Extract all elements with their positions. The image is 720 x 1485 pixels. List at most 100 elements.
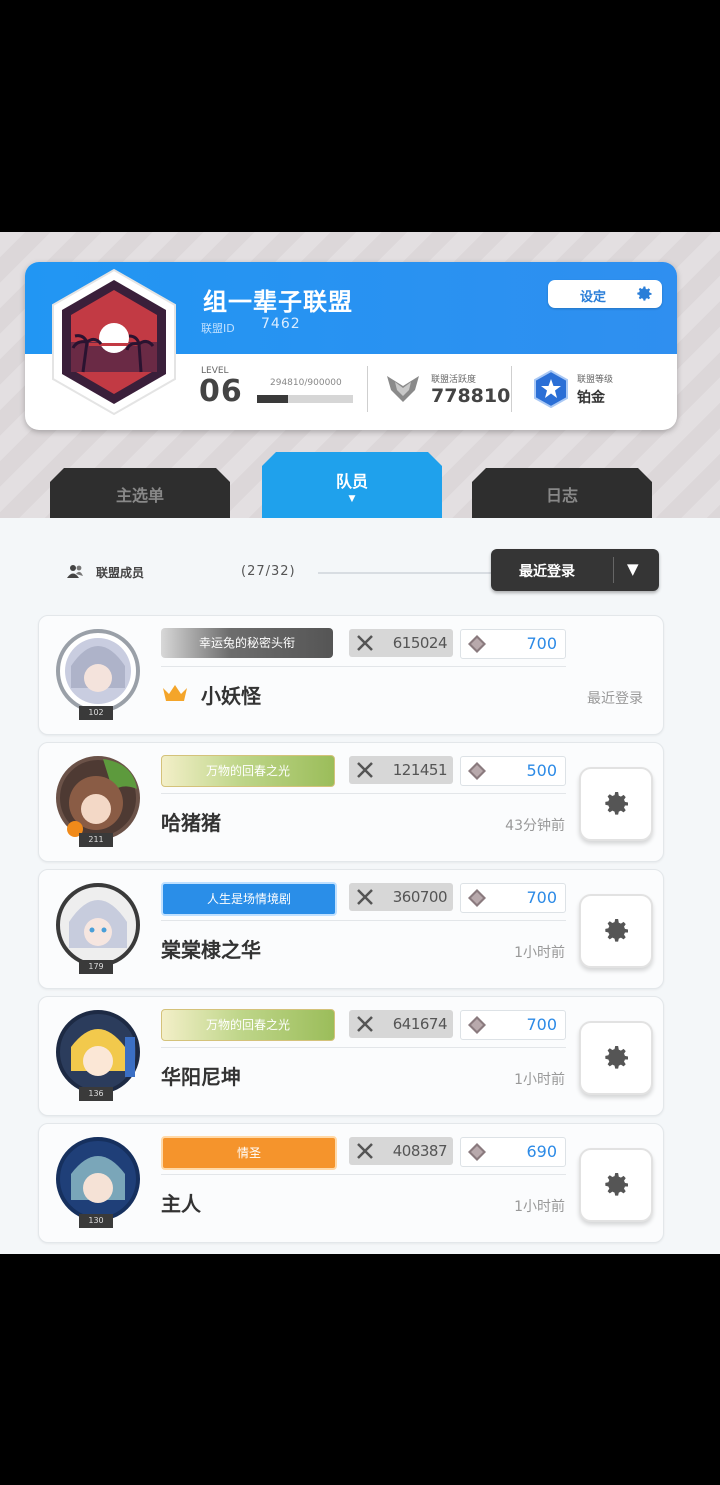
power-box: 408387 xyxy=(349,1137,453,1165)
last-login: 1小时前 xyxy=(514,1199,565,1215)
gear-icon xyxy=(605,1046,628,1069)
members-count: (27/32) xyxy=(241,564,296,579)
row-divider xyxy=(161,1047,566,1048)
avatar-level-tag: 211 xyxy=(79,833,113,847)
power-box: 121451 xyxy=(349,756,453,784)
contribution-box: 700 xyxy=(460,883,566,913)
gear-icon xyxy=(637,286,652,301)
title-badge: 万物的回春之光 xyxy=(161,755,335,787)
level-value: 06 xyxy=(199,374,243,409)
diamond-icon xyxy=(468,889,486,907)
member-settings-button[interactable] xyxy=(579,1148,653,1222)
crossed-swords-icon xyxy=(357,1016,373,1032)
exp-progress-fill xyxy=(257,395,289,403)
power-value: 360700 xyxy=(392,888,448,906)
tab-main-menu[interactable]: 主选单 xyxy=(50,468,230,518)
member-settings-button[interactable] xyxy=(579,1021,653,1095)
crossed-swords-icon xyxy=(357,762,373,778)
power-box: 615024 xyxy=(349,629,453,657)
contribution-value: 500 xyxy=(526,761,557,780)
diamond-icon xyxy=(468,762,486,780)
contribution-box: 700 xyxy=(460,629,566,659)
contribution-value: 690 xyxy=(526,1142,557,1161)
exp-progress-text: 294810/900000 xyxy=(270,378,342,388)
chevron-down-icon: ▼ xyxy=(627,560,639,578)
tab-label: 队员 xyxy=(335,472,368,491)
title-badge: 幸运兔的秘密头衔 xyxy=(161,628,333,658)
crown-icon xyxy=(163,685,187,701)
row-divider xyxy=(161,793,566,794)
tab-label: 日志 xyxy=(545,486,578,505)
row-divider xyxy=(161,666,566,667)
member-card[interactable]: 211 万物的回春之光 121451 500 哈猪猪 43分钟前 xyxy=(38,742,664,862)
title-badge: 情圣 xyxy=(161,1136,337,1170)
member-card[interactable]: 102 幸运兔的秘密头衔 615024 700 小妖怪 最近登录 xyxy=(38,615,664,735)
last-login: 43分钟前 xyxy=(505,818,565,834)
avatar[interactable]: 211 xyxy=(51,753,145,847)
members-label: 联盟成员 xyxy=(96,566,145,580)
contribution-value: 700 xyxy=(526,888,557,907)
avatar[interactable]: 102 xyxy=(51,626,145,720)
activity-wings-icon xyxy=(387,376,419,402)
power-value: 408387 xyxy=(392,1142,448,1160)
avatar[interactable]: 136 xyxy=(51,1007,145,1101)
member-name: 主人 xyxy=(161,1192,201,1216)
sort-dropdown[interactable]: 最近登录 ▼ xyxy=(491,549,659,591)
member-name: 华阳尼坤 xyxy=(161,1065,241,1089)
sort-dropdown-label: 最近登录 xyxy=(519,564,575,580)
rank-value: 铂金 xyxy=(577,390,605,406)
member-card[interactable]: 130 情圣 408387 690 主人 1小时前 xyxy=(38,1123,664,1243)
member-settings-button[interactable] xyxy=(579,767,653,841)
crossed-swords-icon xyxy=(357,635,373,651)
sort-dropdown-separator xyxy=(613,557,614,583)
diamond-icon xyxy=(468,1143,486,1161)
row-divider xyxy=(161,920,566,921)
title-badge: 万物的回春之光 xyxy=(161,1009,335,1041)
contribution-box: 700 xyxy=(460,1010,566,1040)
power-box: 360700 xyxy=(349,883,453,911)
members-icon xyxy=(67,565,83,578)
tab-members[interactable]: 队员 ▼ xyxy=(262,452,442,518)
stat-divider xyxy=(511,366,512,412)
contribution-box: 690 xyxy=(460,1137,566,1167)
avatar[interactable]: 130 xyxy=(51,1134,145,1228)
diamond-icon xyxy=(468,635,486,653)
crossed-swords-icon xyxy=(357,1143,373,1159)
tab-log[interactable]: 日志 xyxy=(472,468,652,518)
power-value: 615024 xyxy=(392,634,448,652)
contribution-box: 500 xyxy=(460,756,566,786)
contribution-value: 700 xyxy=(526,634,557,653)
settings-button[interactable]: 设定 xyxy=(548,280,662,308)
member-name: 棠棠棣之华 xyxy=(161,938,261,962)
power-value: 641674 xyxy=(392,1015,448,1033)
tab-label: 主选单 xyxy=(115,486,164,505)
avatar-level-tag: 130 xyxy=(79,1214,113,1228)
settings-button-label: 设定 xyxy=(580,290,607,305)
alliance-id-label: 联盟ID xyxy=(201,322,235,335)
exp-progress-bar xyxy=(257,395,353,403)
alliance-info-card: 组一辈子联盟 联盟ID 7462 设定 LEVEL 06 294810/9000… xyxy=(25,262,677,430)
avatar-level-tag: 179 xyxy=(79,960,113,974)
gear-icon xyxy=(605,919,628,942)
power-box: 641674 xyxy=(349,1010,453,1038)
last-login: 1小时前 xyxy=(514,945,565,961)
alliance-name: 组一辈子联盟 xyxy=(203,288,353,316)
gear-icon xyxy=(605,1173,628,1196)
member-name: 小妖怪 xyxy=(201,684,261,708)
alliance-screen: 组一辈子联盟 联盟ID 7462 设定 LEVEL 06 294810/9000… xyxy=(0,232,720,1254)
avatar[interactable]: 179 xyxy=(51,880,145,974)
member-name: 哈猪猪 xyxy=(161,811,221,835)
rank-label: 联盟等级 xyxy=(577,375,614,385)
rank-star-icon xyxy=(534,370,568,408)
alliance-id: 7462 xyxy=(261,316,301,332)
gear-icon xyxy=(605,792,628,815)
member-card[interactable]: 179 人生是场情境剧 360700 700 棠棠棣之华 1小时前 xyxy=(38,869,664,989)
members-divider-line xyxy=(318,572,498,574)
row-divider xyxy=(161,1174,566,1175)
alliance-emblem-icon xyxy=(52,268,176,416)
power-value: 121451 xyxy=(392,761,448,779)
member-card[interactable]: 136 万物的回春之光 641674 700 华阳尼坤 1小时前 xyxy=(38,996,664,1116)
avatar-level-tag: 102 xyxy=(79,706,113,720)
last-login: 最近登录 xyxy=(587,691,643,707)
member-settings-button[interactable] xyxy=(579,894,653,968)
